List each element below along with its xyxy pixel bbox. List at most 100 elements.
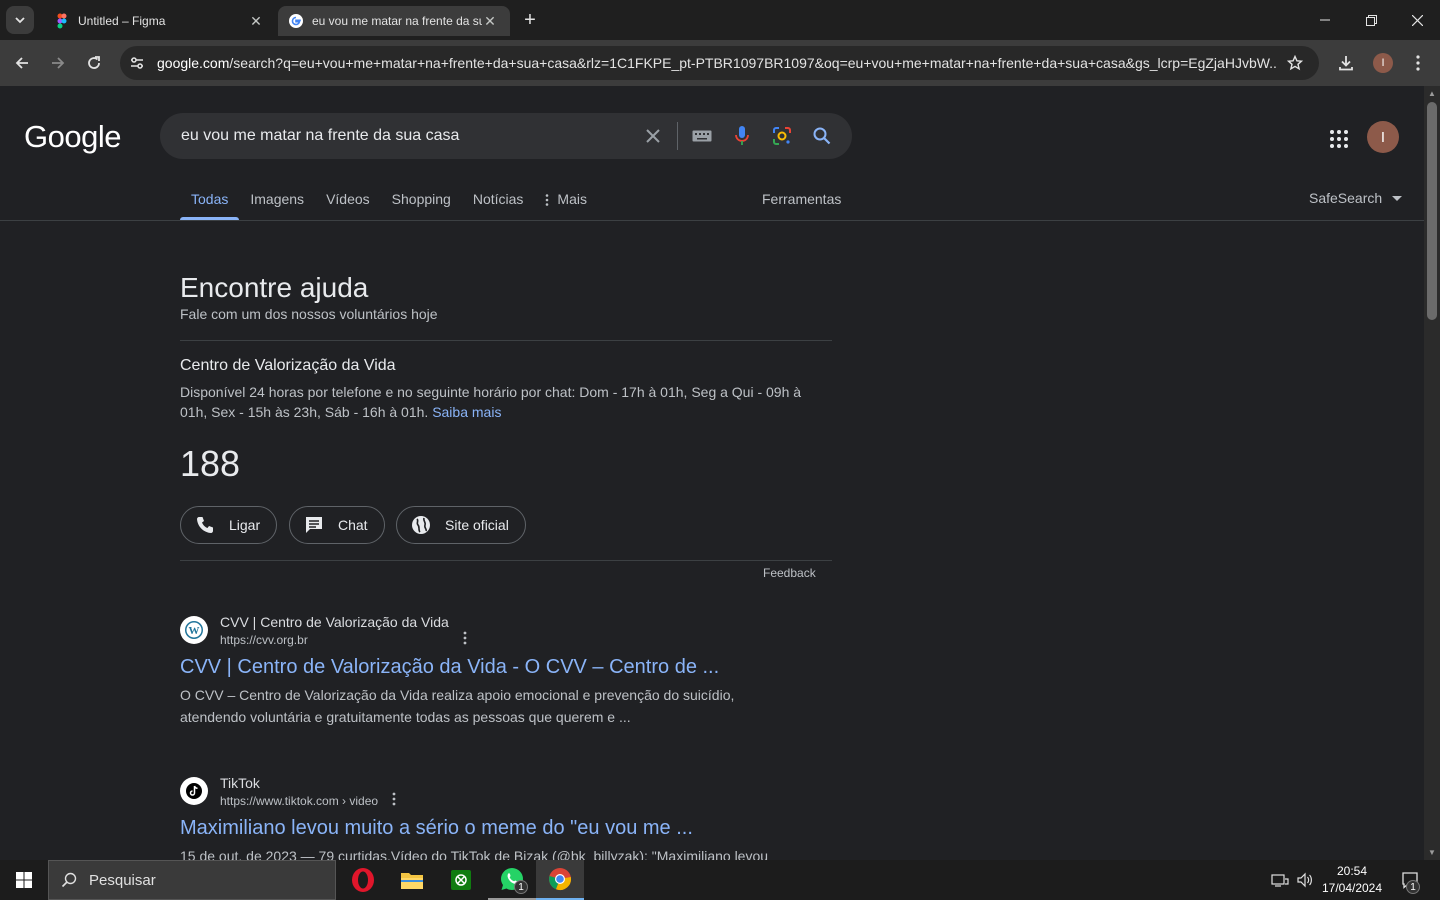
close-tab-icon[interactable]: ✕ bbox=[248, 13, 264, 29]
chat-button[interactable]: Chat bbox=[289, 506, 385, 544]
result-options-button[interactable] bbox=[463, 631, 467, 648]
minimize-button[interactable] bbox=[1302, 0, 1348, 40]
tab-figma[interactable]: Untitled – Figma ✕ bbox=[44, 6, 274, 36]
minimize-icon bbox=[1320, 19, 1330, 21]
tools-button[interactable]: Ferramentas bbox=[762, 191, 841, 207]
close-tab-icon[interactable]: ✕ bbox=[482, 13, 498, 29]
url-host: google.com bbox=[157, 55, 230, 71]
tab-search-button[interactable] bbox=[6, 6, 34, 34]
clock-time: 20:54 bbox=[1336, 864, 1368, 878]
more-vertical-icon bbox=[392, 792, 396, 806]
reload-button[interactable] bbox=[80, 49, 108, 77]
svg-text:W: W bbox=[189, 625, 200, 637]
result-url[interactable]: https://www.tiktok.com › video bbox=[220, 794, 378, 808]
taskbar-whatsapp[interactable]: 1 bbox=[488, 860, 536, 900]
tab-title: Untitled – Figma bbox=[78, 14, 166, 28]
wordpress-favicon-icon: W bbox=[180, 616, 208, 644]
close-window-button[interactable] bbox=[1394, 0, 1440, 40]
learn-more-link[interactable]: Saiba mais bbox=[432, 404, 501, 420]
globe-icon bbox=[412, 516, 430, 534]
reload-icon bbox=[88, 56, 100, 69]
network-status-icon[interactable] bbox=[1268, 860, 1292, 900]
page-scrollbar[interactable]: ▲ ▼ bbox=[1424, 86, 1440, 860]
taskbar-clock[interactable]: 20:54 17/04/2024 bbox=[1316, 863, 1388, 897]
search-button[interactable] bbox=[802, 113, 842, 159]
result-url[interactable]: https://cvv.org.br bbox=[220, 633, 308, 647]
start-button[interactable] bbox=[0, 860, 48, 900]
helpline-org-name: Centro de Valorização da Vida bbox=[180, 357, 396, 374]
new-tab-button[interactable]: + bbox=[518, 8, 542, 32]
official-site-button[interactable]: Site oficial bbox=[396, 506, 526, 544]
help-panel-divider bbox=[180, 340, 832, 341]
result-site-name: TikTok bbox=[220, 775, 260, 791]
tab-videos[interactable]: Vídeos bbox=[315, 186, 381, 220]
google-apps-icon[interactable] bbox=[1327, 127, 1351, 151]
search-icon bbox=[61, 872, 77, 888]
profile-button[interactable]: I bbox=[1373, 53, 1393, 73]
address-bar[interactable]: google.com/search?q=eu+vou+me+matar+na+f… bbox=[120, 46, 1319, 80]
result-options-button[interactable] bbox=[392, 792, 396, 809]
help-panel-title: Encontre ajuda bbox=[180, 272, 369, 303]
windows-taskbar: Pesquisar 1 20:54 17/04/2024 1 bbox=[0, 860, 1440, 900]
tab-images[interactable]: Imagens bbox=[239, 186, 315, 220]
google-results-page: Google eu vou me matar na frente da sua … bbox=[0, 86, 1424, 860]
volume-icon[interactable] bbox=[1293, 860, 1317, 900]
chat-icon bbox=[306, 517, 322, 533]
tune-icon bbox=[131, 57, 143, 69]
whatsapp-notification-badge: 1 bbox=[514, 880, 528, 894]
downloads-button[interactable] bbox=[1332, 49, 1360, 77]
folder-icon bbox=[401, 873, 423, 889]
safesearch-label: SafeSearch bbox=[1309, 190, 1383, 206]
voice-search-button[interactable] bbox=[722, 113, 762, 159]
taskbar-search-box[interactable]: Pesquisar bbox=[48, 860, 336, 900]
helpline-description: Disponível 24 horas por telefone e no se… bbox=[180, 382, 820, 422]
browser-menu-button[interactable] bbox=[1404, 49, 1432, 77]
scrollbar-thumb[interactable] bbox=[1427, 102, 1437, 320]
scroll-down-arrow-icon[interactable]: ▼ bbox=[1428, 848, 1436, 857]
url-text[interactable]: google.com/search?q=eu+vou+me+matar+na+f… bbox=[154, 55, 1277, 71]
result-title-link[interactable]: Maximiliano levou muito a sério o meme d… bbox=[180, 817, 693, 840]
lens-search-button[interactable] bbox=[762, 113, 802, 159]
notification-center-button[interactable]: 1 bbox=[1396, 860, 1424, 900]
tab-news[interactable]: Notícias bbox=[462, 186, 535, 220]
result-site-name: CVV | Centro de Valorização da Vida bbox=[220, 614, 449, 630]
call-button[interactable]: Ligar bbox=[180, 506, 278, 544]
taskbar-xbox[interactable] bbox=[437, 860, 485, 900]
download-icon bbox=[1339, 56, 1353, 71]
scroll-up-arrow-icon[interactable]: ▲ bbox=[1428, 89, 1436, 98]
arrow-right-icon bbox=[52, 57, 65, 69]
taskbar-search-placeholder: Pesquisar bbox=[89, 871, 156, 889]
keyboard-icon bbox=[692, 130, 712, 142]
restore-button[interactable] bbox=[1348, 0, 1394, 40]
chat-button-label: Chat bbox=[338, 517, 368, 533]
result-title-link[interactable]: CVV | Centro de Valorização da Vida - O … bbox=[180, 656, 719, 679]
tab-shopping[interactable]: Shopping bbox=[381, 186, 462, 220]
taskbar-opera[interactable] bbox=[339, 860, 387, 900]
tab-all[interactable]: Todas bbox=[180, 186, 240, 220]
google-logo[interactable]: Google bbox=[24, 119, 121, 155]
tabs-divider bbox=[0, 220, 1424, 221]
feedback-link[interactable]: Feedback bbox=[763, 566, 816, 580]
site-info-button[interactable] bbox=[120, 55, 154, 71]
search-box[interactable]: eu vou me matar na frente da sua casa bbox=[160, 113, 852, 159]
taskbar-file-explorer[interactable] bbox=[388, 860, 436, 900]
clear-search-button[interactable] bbox=[633, 113, 673, 159]
star-icon bbox=[1287, 55, 1303, 71]
tab-title: eu vou me matar na frente da sua casa bbox=[312, 14, 482, 28]
safesearch-menu[interactable]: SafeSearch bbox=[1309, 190, 1403, 206]
bookmark-button[interactable] bbox=[1277, 55, 1313, 71]
search-input[interactable]: eu vou me matar na frente da sua casa bbox=[160, 127, 633, 145]
taskbar-chrome[interactable] bbox=[536, 860, 584, 900]
xbox-icon bbox=[451, 870, 471, 890]
tab-more[interactable]: Mais bbox=[534, 186, 598, 220]
tiktok-favicon-icon bbox=[180, 777, 208, 805]
keyboard-button[interactable] bbox=[682, 113, 722, 159]
back-button[interactable] bbox=[8, 49, 36, 77]
url-path: /search?q=eu+vou+me+matar+na+frente+da+s… bbox=[229, 55, 1277, 71]
search-box-divider bbox=[677, 122, 678, 150]
forward-button[interactable] bbox=[44, 49, 72, 77]
tab-google-search[interactable]: eu vou me matar na frente da sua casa ✕ bbox=[278, 6, 510, 36]
help-panel-bottom-divider bbox=[180, 560, 832, 561]
google-account-avatar[interactable]: I bbox=[1367, 121, 1399, 153]
google-lens-icon bbox=[773, 127, 791, 145]
